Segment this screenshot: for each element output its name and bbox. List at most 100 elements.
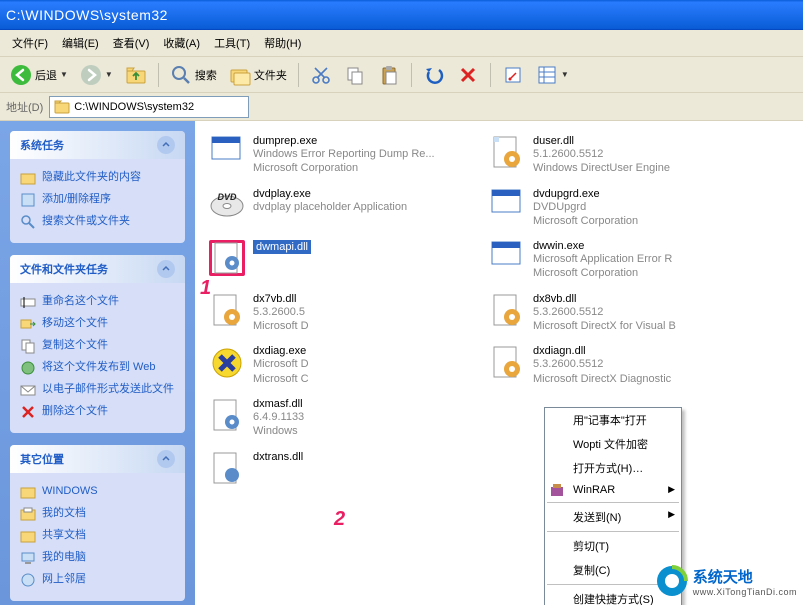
file-item-selected[interactable]: dwmapi.dll xyxy=(199,234,479,287)
ctx-wopti-encrypt[interactable]: Wopti 文件加密 xyxy=(545,432,681,456)
ctx-cut[interactable]: 剪切(T) xyxy=(545,534,681,558)
menu-file[interactable]: 文件(F) xyxy=(6,33,54,53)
sidebar-link-rename[interactable]: 重命名这个文件 xyxy=(20,291,175,313)
collapse-icon[interactable] xyxy=(157,450,175,468)
search-icon xyxy=(20,214,36,230)
file-meta: Microsoft DirectX Diagnostic xyxy=(533,372,671,386)
panel-header[interactable]: 文件和文件夹任务 xyxy=(10,255,185,283)
file-name: dwwin.exe xyxy=(533,240,672,252)
sidebar-link-search[interactable]: 搜索文件或文件夹 xyxy=(20,211,175,233)
move-icon xyxy=(20,316,36,332)
sidebar-link-windows[interactable]: WINDOWS xyxy=(20,481,175,503)
file-meta: Windows xyxy=(253,424,304,438)
ctx-open-with-notepad[interactable]: 用"记事本"打开 xyxy=(545,408,681,432)
sidebar-link-delete[interactable]: 删除这个文件 xyxy=(20,401,175,423)
file-meta: Microsoft D xyxy=(253,357,309,371)
ctx-separator xyxy=(547,502,679,503)
file-item[interactable]: dx7vb.dll5.3.2600.5Microsoft D xyxy=(199,287,479,340)
menu-tools[interactable]: 工具(T) xyxy=(208,33,256,53)
file-item[interactable]: DVD dvdplay.exedvdplay placeholder Appli… xyxy=(199,182,479,235)
properties-icon xyxy=(502,64,524,86)
main-area: 系统任务 隐藏此文件夹的内容 添加/删除程序 搜索文件或文件夹 文件和文件夹任务… xyxy=(0,121,803,605)
panel-header[interactable]: 其它位置 xyxy=(10,445,185,473)
menu-view[interactable]: 查看(V) xyxy=(107,33,156,53)
sidebar-link-network[interactable]: 网上邻居 xyxy=(20,569,175,591)
file-meta: DVDUpgrd xyxy=(533,200,638,214)
undo-button[interactable] xyxy=(419,62,449,88)
network-icon xyxy=(20,572,36,588)
address-value: C:\WINDOWS\system32 xyxy=(74,101,194,113)
properties-button[interactable] xyxy=(498,62,528,88)
submenu-arrow-icon: ▶ xyxy=(668,509,675,520)
file-item[interactable]: dxtrans.dll xyxy=(199,445,479,493)
delete-icon xyxy=(457,64,479,86)
delete-button[interactable] xyxy=(453,62,483,88)
file-item[interactable]: dumprep.exeWindows Error Reporting Dump … xyxy=(199,129,479,182)
ctx-open-with[interactable]: 打开方式(H)… xyxy=(545,456,681,480)
sidebar-link-mydocs[interactable]: 我的文档 xyxy=(20,503,175,525)
back-label: 后退 xyxy=(35,67,57,83)
ctx-send-to[interactable]: 发送到(N)▶ xyxy=(545,505,681,529)
file-item[interactable]: dxdiag.exeMicrosoft DMicrosoft C xyxy=(199,339,479,392)
file-item[interactable]: duser.dll5.1.2600.5512Windows DirectUser… xyxy=(479,129,759,182)
file-meta: Windows Error Reporting Dump Re... xyxy=(253,147,435,161)
menu-favorites[interactable]: 收藏(A) xyxy=(157,33,206,53)
ctx-winrar[interactable]: WinRAR▶ xyxy=(545,480,681,500)
address-field[interactable]: C:\WINDOWS\system32 xyxy=(49,96,249,118)
collapse-icon[interactable] xyxy=(157,136,175,154)
file-meta: Windows DirectUser Engine xyxy=(533,161,670,175)
sidebar-link-computer[interactable]: 我的电脑 xyxy=(20,547,175,569)
sidebar-link-hide-contents[interactable]: 隐藏此文件夹的内容 xyxy=(20,167,175,189)
sidebar-link-shared[interactable]: 共享文档 xyxy=(20,525,175,547)
file-name: dxmasf.dll xyxy=(253,398,304,410)
panel-title: 文件和文件夹任务 xyxy=(20,261,108,277)
file-item[interactable]: dvdupgrd.exeDVDUpgrdMicrosoft Corporatio… xyxy=(479,182,759,235)
hide-icon xyxy=(20,170,36,186)
file-item[interactable]: dxdiagn.dll5.3.2600.5512Microsoft Direct… xyxy=(479,339,759,392)
exe-icon xyxy=(489,188,525,224)
sidebar-link-email[interactable]: 以电子邮件形式发送此文件 xyxy=(20,379,175,401)
back-button[interactable]: 后退 ▼ xyxy=(6,62,72,88)
sidebar-link-move[interactable]: 移动这个文件 xyxy=(20,313,175,335)
file-item[interactable]: dwwin.exeMicrosoft Application Error RMi… xyxy=(479,234,759,287)
folders-icon xyxy=(229,64,251,86)
cut-button[interactable] xyxy=(306,62,336,88)
paste-button[interactable] xyxy=(374,62,404,88)
folders-button[interactable]: 文件夹 xyxy=(225,62,291,88)
folders-label: 文件夹 xyxy=(254,67,287,83)
search-button[interactable]: 搜索 xyxy=(166,62,221,88)
chevron-down-icon: ▼ xyxy=(105,70,113,79)
sidebar-link-copy[interactable]: 复制这个文件 xyxy=(20,335,175,357)
file-meta: 5.1.2600.5512 xyxy=(533,147,670,161)
file-item[interactable]: dxmasf.dll6.4.9.1133Windows xyxy=(199,392,479,445)
forward-button[interactable]: ▼ xyxy=(76,62,117,88)
collapse-icon[interactable] xyxy=(157,260,175,278)
toolbar-separator xyxy=(158,63,159,87)
file-meta: Microsoft Application Error R xyxy=(533,252,672,266)
dll-gear-icon xyxy=(489,345,525,381)
views-button[interactable]: ▼ xyxy=(532,62,573,88)
annotation-callout-1: 1 xyxy=(200,277,211,300)
copy-button[interactable] xyxy=(340,62,370,88)
menu-edit[interactable]: 编辑(E) xyxy=(56,33,105,53)
toolbar-separator xyxy=(411,63,412,87)
up-button[interactable] xyxy=(121,62,151,88)
back-icon xyxy=(10,64,32,86)
email-icon xyxy=(20,382,36,398)
file-name: dwmapi.dll xyxy=(253,240,311,254)
file-item[interactable]: dx8vb.dll5.3.2600.5512Microsoft DirectX … xyxy=(479,287,759,340)
file-meta: Microsoft DirectX for Visual B xyxy=(533,319,676,333)
sidebar-link-add-remove[interactable]: 添加/删除程序 xyxy=(20,189,175,211)
watermark-icon xyxy=(655,564,689,598)
dvd-icon: DVD xyxy=(209,188,245,224)
exe-icon xyxy=(209,135,245,171)
panel-body: 隐藏此文件夹的内容 添加/删除程序 搜索文件或文件夹 xyxy=(10,159,185,243)
rename-icon xyxy=(20,294,36,310)
panel-system-tasks: 系统任务 隐藏此文件夹的内容 添加/删除程序 搜索文件或文件夹 xyxy=(10,131,185,243)
menu-help[interactable]: 帮助(H) xyxy=(258,33,307,53)
forward-icon xyxy=(80,64,102,86)
exe-icon xyxy=(489,240,525,276)
file-pane[interactable]: dumprep.exeWindows Error Reporting Dump … xyxy=(195,121,803,605)
panel-header[interactable]: 系统任务 xyxy=(10,131,185,159)
sidebar-link-publish[interactable]: 将这个文件发布到 Web xyxy=(20,357,175,379)
